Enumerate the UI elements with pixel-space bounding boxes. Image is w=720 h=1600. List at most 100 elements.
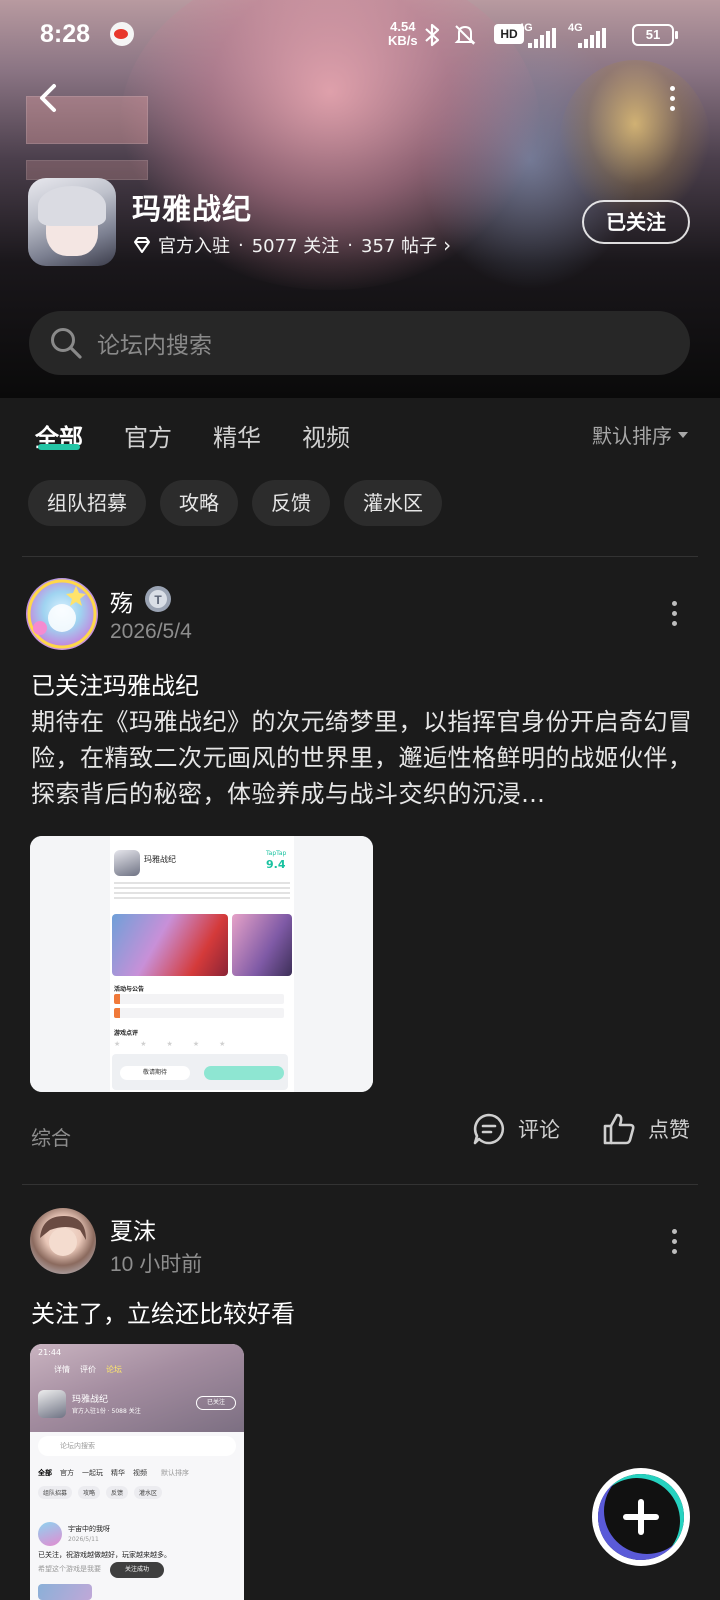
posts-count: 357 帖子 [361,236,438,257]
post-image[interactable]: 玛雅战纪 TapTap 9.4 活动与公告 游戏点评 ★★★★★ 敬请期待 [30,836,373,1092]
banner-art-character-2 [560,60,710,220]
avatar[interactable] [30,1208,96,1274]
thumb-screenshot-1 [112,914,228,976]
thumb-tab: 详情 [54,1365,70,1374]
caret-down-icon [678,431,688,438]
chip-feedback[interactable]: 反馈 [252,480,330,526]
thumb-tab: 评价 [80,1365,96,1374]
diamond-icon [134,237,150,253]
banner-art-panel [26,160,148,180]
thumb-text-lines [114,882,290,900]
followers-count: 5077 关注 [251,236,340,257]
avatar-image [40,1216,86,1256]
post-category[interactable]: 综合 [31,1122,71,1151]
like-button[interactable]: 点赞 [602,1112,690,1146]
avatar[interactable] [26,578,98,650]
post-more-button[interactable] [662,1224,686,1258]
thumb-rating: 9.4 [266,858,286,871]
network-speed-unit: KB/s [388,33,418,48]
more-options-button[interactable] [660,80,684,116]
back-button[interactable] [32,78,68,118]
post-image[interactable]: 21:44 详情 评价 论坛 玛雅战纪 官方入驻1份 · 5088 关注 已关注… [30,1344,244,1600]
back-arrow-icon [40,84,56,112]
thumb-rating-label: TapTap [266,850,287,857]
thumb-row [114,994,284,1004]
signal-strength-icon: 4G [518,22,558,48]
post-title[interactable]: 关注了，立绘还比较好看 [31,1294,295,1329]
chip-chat[interactable]: 灌水区 [344,480,442,526]
thumb-image [38,1584,92,1600]
signal-strength-icon-2: 4G [568,22,608,48]
thumb-toast: 关注成功 [110,1562,164,1578]
sort-label: 默认排序 [592,424,672,448]
thumb-chip: 反馈 [106,1486,129,1499]
thumb-text-2: 希望这个游戏是我要 [38,1565,101,1573]
post-date: 2026/5/4 [110,620,192,643]
post-body[interactable]: 期待在《玛雅战纪》的次元绮梦里，以指挥官身份开启奇幻冒险，在精致二次元画风的世界… [31,704,693,812]
tab-video[interactable]: 视频 [302,418,350,453]
divider [22,556,698,557]
svg-text:T: T [154,593,162,607]
thumb-page: 玛雅战纪 TapTap 9.4 活动与公告 游戏点评 ★★★★★ 敬请期待 [110,836,294,1092]
thumb-user: 宇宙中的我呀 [68,1525,110,1533]
post-more-button[interactable] [662,596,686,630]
comment-icon [473,1113,505,1145]
thumbs-up-icon [603,1113,635,1145]
thumb-stars: ★★★★★ [114,1040,246,1048]
thumb-button: 敬请期待 [120,1066,190,1080]
status-time: 8:28 [40,20,91,48]
thumb-section-2: 游戏点评 [114,1030,139,1037]
thumb-tab: 全部 [38,1469,52,1477]
tab-featured[interactable]: 精华 [213,418,261,453]
thumb-chips: 组队招募 攻略 反馈 灌水区 [38,1486,163,1499]
thumb-right-margin [294,836,373,1092]
thumb-tab: 官方 [60,1469,74,1477]
create-post-button[interactable] [592,1468,690,1566]
thumb-tab: 视频 [133,1469,147,1477]
thumb-header [30,1344,244,1432]
game-title: 玛雅战纪 [132,192,253,226]
game-forum-stats[interactable]: 官方入驻 · 5077 关注 · 357 帖子 › [132,232,451,258]
thumb-top-tabs: 详情 评价 论坛 [54,1364,122,1375]
thumb-game-icon [114,850,140,876]
thumb-screenshot-2 [232,914,292,976]
post-username[interactable]: 夏沫 [110,1212,156,1246]
forum-search-input[interactable]: 论坛内搜索 [29,311,690,375]
thumb-tab: 论坛 [106,1365,122,1374]
post-title[interactable]: 已关注玛雅战纪 [31,666,199,701]
create-post-button-inner [598,1474,684,1560]
comment-button[interactable]: 评论 [472,1112,560,1146]
weibo-notification-icon [110,22,134,46]
chevron-right-icon: › [443,233,452,257]
thumb-game-icon [38,1390,66,1418]
thumb-avatar [38,1522,62,1546]
thumb-search: 论坛内搜索 [38,1436,236,1456]
like-label: 点赞 [648,1118,690,1142]
active-tab-indicator [38,444,80,450]
plus-icon [598,1474,684,1560]
avatar-frame [27,579,97,649]
thumb-meta: 官方入驻1份 · 5088 关注 [72,1408,141,1415]
post-username[interactable]: 殇 [110,584,133,618]
divider [22,1184,698,1185]
network-speed: 4.54 KB/s [388,20,418,48]
official-label: 官方入驻 [158,236,230,257]
follow-button[interactable]: 已关注 [582,200,690,244]
thumb-row [114,1008,284,1018]
thumb-date: 2026/5/11 [68,1536,99,1543]
thumb-chip: 灌水区 [134,1486,163,1499]
sort-dropdown[interactable]: 默认排序 [592,420,688,449]
thumb-bottom-card: 敬请期待 [112,1054,288,1090]
thumb-game-name: 玛雅战纪 [144,855,176,864]
thumb-chip: 组队招募 [38,1486,73,1499]
tab-official[interactable]: 官方 [124,418,172,453]
category-chips: 组队招募 攻略 反馈 灌水区 [28,480,442,526]
chip-guides[interactable]: 攻略 [160,480,238,526]
thumb-tab-row: 全部 官方 一起玩 精华 视频 默认排序 [38,1468,238,1478]
thumb-button-2 [204,1066,284,1080]
game-icon[interactable] [28,178,116,266]
chip-team-recruit[interactable]: 组队招募 [28,480,146,526]
search-placeholder: 论坛内搜索 [97,333,212,359]
thumb-left-margin [30,836,110,1092]
search-icon [51,328,82,359]
